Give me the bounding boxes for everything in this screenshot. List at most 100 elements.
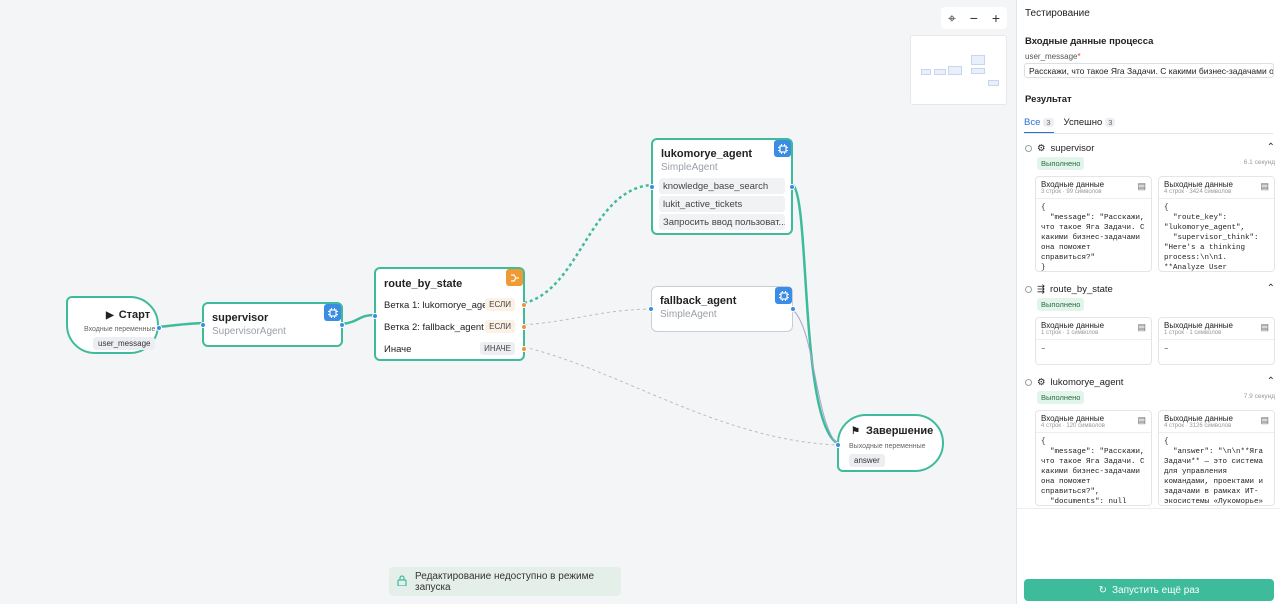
required-marker: *: [1077, 52, 1081, 61]
fallback-node[interactable]: fallback_agent SimpleAgent: [648, 286, 796, 332]
tab-all[interactable]: Все 3: [1024, 117, 1054, 134]
route-node[interactable]: route_by_state Ветка 1: lukomorye_agent …: [372, 267, 527, 361]
tool-item: knowledge_base_search: [659, 178, 785, 194]
result-time: 7.9 секунд: [1243, 393, 1275, 400]
route-output-port-2[interactable]: [521, 324, 527, 330]
result-time: 6.1 секунд: [1243, 159, 1275, 166]
result-lukomorye: ⚙ lukomorye_agent ⌃ Выполнено 7.9 секунд …: [1025, 376, 1275, 506]
box-content: { "answer": "\n\n**Яга Задачи** — это си…: [1164, 438, 1264, 505]
edge-lukomorye-end: [791, 184, 838, 445]
chip-icon: ⚙: [1037, 377, 1046, 388]
input-data-box: Входные данные 3 строк · 99 символов ▤ {…: [1035, 176, 1152, 272]
box-title: Выходные данные: [1164, 414, 1233, 423]
output-data-box: Выходные данные 4 строк · 3126 символов …: [1158, 410, 1275, 506]
edge-supervisor-route: [341, 313, 376, 326]
result-header[interactable]: ⚙ lukomorye_agent ⌃: [1025, 376, 1275, 388]
field-label: user_message*: [1025, 52, 1081, 61]
box-title: Выходные данные: [1164, 180, 1233, 189]
route-branch-1-tag: ЕСЛИ: [485, 298, 515, 311]
end-input-port[interactable]: [835, 442, 841, 448]
tab-all-label: Все: [1024, 117, 1041, 128]
route-title: route_by_state: [384, 278, 463, 290]
copy-icon[interactable]: ▤: [1260, 322, 1269, 333]
route-output-port-else[interactable]: [521, 346, 527, 352]
box-meta: 4 строк · 120 символов: [1036, 423, 1151, 433]
start-node-title: Старт: [118, 309, 151, 321]
lock-icon: [397, 574, 407, 589]
route-input-port[interactable]: [372, 313, 378, 319]
zoom-out-button[interactable]: −: [970, 10, 978, 26]
chevron-up-icon[interactable]: ⌃: [1267, 283, 1275, 294]
workflow-canvas[interactable]: ⌖ − + ▶ Старт Входные переменные user_me…: [0, 0, 1016, 604]
supervisor-input-port[interactable]: [200, 322, 206, 328]
fallback-input-port[interactable]: [648, 306, 654, 312]
end-node[interactable]: ⚑ Завершение Выходные переменные answer: [835, 414, 944, 472]
minimap-node: [971, 68, 985, 74]
tab-success[interactable]: Успешно 3: [1064, 117, 1116, 134]
route-branch-else-label: Иначе: [384, 344, 412, 355]
edge-route-lukomorye: [523, 183, 652, 305]
agent-chip-icon: [324, 304, 341, 321]
result-name: lukomorye_agent: [1050, 377, 1124, 388]
supervisor-output-port[interactable]: [339, 322, 345, 328]
chip-icon: ⚙: [1037, 143, 1046, 154]
copy-icon[interactable]: ▤: [1137, 415, 1146, 426]
lukomorye-title: lukomorye_agent: [661, 148, 753, 160]
play-icon: ▶: [106, 309, 114, 321]
user-message-input[interactable]: Расскажи, что такое Яга Задачи. С какими…: [1024, 63, 1274, 78]
result-tabs: Все 3 Успешно 3: [1024, 117, 1116, 134]
copy-icon[interactable]: ▤: [1137, 322, 1146, 333]
copy-icon[interactable]: ▤: [1137, 181, 1146, 192]
route-output-port-1[interactable]: [521, 302, 527, 308]
timeline-dot: [1025, 379, 1032, 386]
box-title: Выходные данные: [1164, 321, 1233, 330]
chevron-up-icon[interactable]: ⌃: [1267, 142, 1275, 153]
copy-icon[interactable]: ▤: [1260, 181, 1269, 192]
route-branch-1-label: Ветка 1: lukomorye_agent: [384, 300, 496, 311]
box-meta: 1 строк · 1 символов: [1036, 330, 1151, 340]
start-output-port[interactable]: [156, 325, 162, 331]
lukomorye-input-port[interactable]: [649, 184, 655, 190]
supervisor-node[interactable]: supervisor SupervisorAgent: [200, 302, 345, 347]
run-again-button[interactable]: ↻ Запустить ещё раз: [1024, 579, 1274, 601]
box-title: Входные данные: [1041, 321, 1105, 330]
result-supervisor: ⚙ supervisor ⌃ Выполнено 6.1 секунд Входн…: [1025, 142, 1275, 272]
lukomorye-type: SimpleAgent: [661, 162, 718, 173]
testing-panel: Тестирование Входные данные процесса use…: [1016, 0, 1280, 604]
flag-icon: ⚑: [851, 425, 860, 437]
agent-chip-icon: [774, 140, 791, 157]
minimap-node: [934, 69, 946, 75]
result-header[interactable]: ⇶ route_by_state ⌃: [1025, 283, 1275, 295]
supervisor-title: supervisor: [212, 312, 269, 324]
zoom-controls: ⌖ − +: [941, 7, 1007, 29]
chevron-up-icon[interactable]: ⌃: [1267, 376, 1275, 387]
run-again-label: Запустить ещё раз: [1112, 584, 1200, 596]
box-meta: 3 строк · 99 символов: [1036, 189, 1151, 199]
supervisor-type: SupervisorAgent: [212, 326, 286, 337]
lukomorye-output-port[interactable]: [789, 184, 795, 190]
copy-icon[interactable]: ▤: [1260, 415, 1269, 426]
zoom-in-button[interactable]: +: [992, 10, 1000, 26]
fallback-output-port[interactable]: [790, 306, 796, 312]
result-header[interactable]: ⚙ supervisor ⌃: [1025, 142, 1275, 154]
route-branch-1: Ветка 1: lukomorye_agent ЕСЛИ: [384, 298, 515, 311]
output-data-box: Выходные данные 1 строк · 1 символов ▤ –: [1158, 317, 1275, 365]
minimap-node: [971, 55, 985, 65]
tab-success-count: 3: [1105, 118, 1116, 127]
edge-fallback-end: [792, 309, 838, 445]
panel-title: Тестирование: [1025, 8, 1090, 19]
box-meta: 4 строк · 3424 символов: [1159, 189, 1274, 199]
status-badge: Выполнено: [1037, 391, 1085, 404]
edge-route-end: [523, 346, 838, 446]
end-variable: answer: [849, 454, 885, 467]
minimap[interactable]: [910, 35, 1007, 105]
status-badge: Выполнено: [1037, 157, 1085, 170]
edge-route-fallback: [523, 308, 652, 326]
box-meta: 4 строк · 3126 символов: [1159, 423, 1274, 433]
focus-icon[interactable]: ⌖: [948, 10, 956, 27]
minimap-node: [921, 69, 931, 75]
branch-icon: ⇶: [1037, 284, 1045, 295]
lukomorye-node[interactable]: lukomorye_agent SimpleAgent knowledge_ba…: [649, 138, 795, 235]
output-data-box: Выходные данные 4 строк · 3424 символов …: [1158, 176, 1275, 272]
start-node[interactable]: ▶ Старт Входные переменные user_message: [66, 296, 162, 354]
